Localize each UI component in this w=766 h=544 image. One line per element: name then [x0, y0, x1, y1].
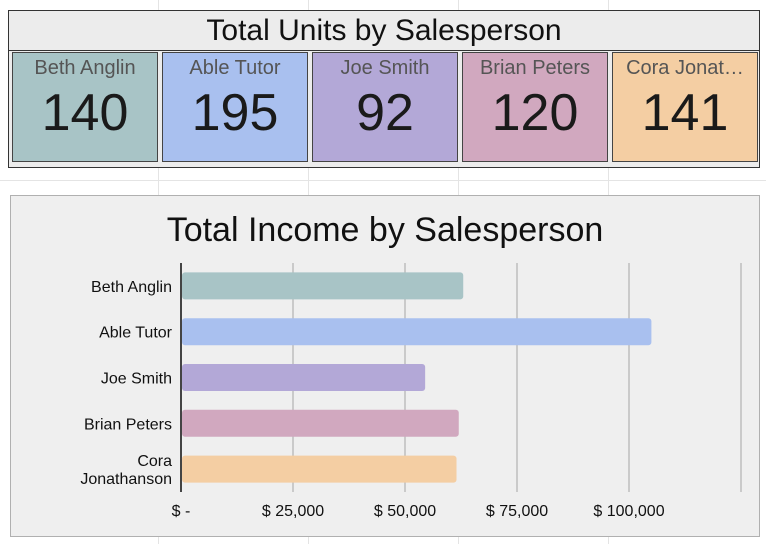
income-bar-chart: $ - $ 25,000 $ 50,000 $ 75,000 $ 100,000 Beth…	[80, 263, 742, 520]
sheet-gridline	[0, 180, 766, 181]
category-label: Joe Smith	[101, 371, 172, 388]
card-name: Beth Anglin	[34, 57, 136, 79]
card-value: 141	[641, 84, 729, 142]
income-chart-panel: Total Income by Salesperson $ - $ 25,000 $…	[10, 195, 760, 537]
bar	[182, 318, 652, 346]
category-label: Able Tutor	[99, 325, 173, 342]
card-name: Cora Jonat…	[626, 57, 744, 79]
units-card-beth-anglin: Beth Anglin 140	[12, 52, 158, 162]
bar	[182, 409, 459, 437]
x-tick-label: $ 25,000	[262, 503, 324, 520]
units-title: Total Units by Salesperson	[206, 14, 562, 47]
units-divider	[9, 50, 759, 51]
units-card-joe-smith: Joe Smith 92	[312, 52, 458, 162]
card-name: Able Tutor	[189, 57, 281, 79]
units-card-able-tutor: Able Tutor 195	[162, 52, 308, 162]
x-tick-label: $ -	[172, 503, 191, 520]
category-label: Brian Peters	[84, 416, 172, 433]
category-label: Cora	[137, 453, 172, 470]
units-card-brian-peters: Brian Peters 120	[462, 52, 608, 162]
category-label: Jonathanson	[80, 471, 172, 488]
card-name: Joe Smith	[340, 57, 430, 79]
bar	[182, 364, 426, 391]
bar	[182, 272, 464, 300]
x-tick-label: $ 50,000	[374, 503, 436, 520]
card-value: 140	[41, 84, 129, 142]
x-tick-label: $ 75,000	[486, 503, 548, 520]
x-tick-label: $ 100,000	[593, 503, 664, 520]
card-value: 195	[191, 84, 279, 142]
units-card-cora-jonathanson: Cora Jonat… 141	[612, 52, 758, 162]
card-value: 120	[491, 84, 579, 142]
units-panel: Total Units by Salesperson Beth Anglin 1…	[8, 10, 760, 168]
bar	[182, 455, 457, 483]
card-value: 92	[356, 84, 414, 142]
card-name: Brian Peters	[479, 57, 591, 79]
category-label: Beth Anglin	[91, 279, 172, 296]
